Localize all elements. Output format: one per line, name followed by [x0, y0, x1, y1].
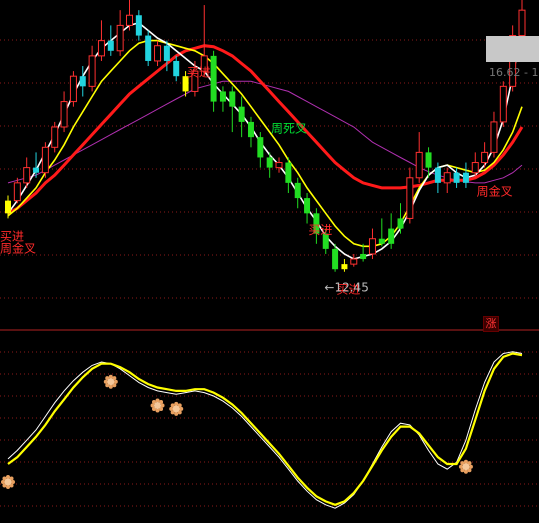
candle-body — [135, 15, 142, 36]
signal-label: 周死叉 — [271, 122, 307, 136]
candle-body — [125, 14, 133, 26]
candle-body — [79, 76, 86, 87]
candle-body — [145, 35, 152, 61]
candle-body — [173, 60, 180, 77]
price-range-text: 16.62 - 17 — [489, 66, 539, 79]
candle-body — [13, 182, 21, 202]
candle-body — [107, 40, 114, 51]
sun-ray — [169, 406, 174, 411]
sun-ray — [463, 469, 468, 474]
candle-body — [116, 24, 124, 52]
sun-ray — [113, 379, 118, 384]
sun-ray — [160, 403, 165, 408]
candle-body — [294, 182, 301, 199]
chart-window: 买进周金叉买进周死叉买进买进周金叉←12.45 涨 16.62 - 17 — [0, 0, 539, 523]
ma-purple-line — [7, 80, 523, 184]
sun-ray — [6, 485, 10, 489]
candle-body — [341, 264, 348, 270]
ma-red-line — [7, 44, 524, 215]
candle-body — [257, 137, 264, 158]
candle-body — [368, 238, 376, 255]
candle-body — [163, 45, 170, 61]
candle-body — [229, 91, 236, 107]
candle-body — [443, 172, 451, 184]
candle-body — [97, 40, 105, 57]
candle-body — [434, 167, 441, 183]
sun-ray — [463, 459, 468, 464]
candle-body — [397, 218, 404, 229]
candle-body — [499, 85, 507, 123]
sun-core — [172, 405, 180, 413]
sun-core — [154, 402, 162, 409]
candle-body — [266, 157, 273, 168]
sun-ray — [103, 379, 108, 384]
candlestick-chart: 买进周金叉买进周死叉买进买进周金叉←12.45 — [0, 0, 539, 509]
candle-body — [210, 55, 217, 102]
sun-ray — [468, 464, 473, 469]
sun-icon — [169, 401, 184, 416]
candle-body — [453, 172, 460, 183]
sun-ray — [155, 398, 160, 403]
candle-body — [415, 151, 423, 179]
sun-ray — [174, 401, 179, 406]
candle-body — [41, 146, 49, 174]
sun-ray — [11, 480, 15, 484]
candle-body — [285, 162, 292, 183]
candle-body — [23, 167, 31, 184]
signal-label: 周金叉 — [477, 184, 513, 199]
candle-body — [388, 228, 395, 244]
sun-ray — [458, 464, 463, 469]
signal-label: 买进 — [187, 66, 211, 80]
sun-ray — [179, 406, 184, 411]
low-price-label: ←12.45 — [324, 281, 368, 295]
sun-core — [462, 463, 470, 471]
candle-body — [219, 91, 226, 102]
candle-body — [60, 101, 68, 128]
candle-body — [462, 172, 469, 183]
sun-ray — [155, 408, 160, 413]
sun-core — [107, 378, 115, 386]
sun-icon — [103, 374, 118, 389]
candle-body — [425, 152, 432, 168]
oscillator-line — [7, 352, 523, 506]
signal-label: 周金叉 — [0, 240, 36, 255]
sun-core — [4, 478, 12, 486]
signal-label: 买进 — [308, 223, 332, 237]
zhang-badge[interactable]: 涨 — [483, 316, 499, 332]
sun-ray — [108, 374, 113, 379]
candle-body — [332, 248, 339, 270]
candle-body — [33, 167, 40, 173]
sun-icon — [1, 475, 15, 489]
sun-ray — [1, 480, 5, 484]
sun-ray — [150, 403, 155, 408]
candle-body — [154, 45, 162, 62]
candle-body — [350, 258, 358, 265]
candle-body — [51, 126, 59, 148]
candle-body — [304, 198, 311, 214]
candle-body — [88, 55, 96, 87]
candle-body — [69, 75, 77, 103]
sun-icon — [458, 459, 473, 474]
candle-body — [247, 121, 254, 138]
candle-body — [275, 162, 283, 169]
sun-ray — [174, 411, 179, 416]
candle-body — [518, 9, 526, 37]
sun-ray — [108, 384, 113, 389]
candle-body — [5, 200, 11, 214]
candle-body — [378, 238, 385, 244]
price-range-box — [486, 36, 539, 62]
candle-body — [406, 177, 414, 219]
candle-body — [481, 151, 489, 164]
candle-body — [360, 253, 367, 260]
sun-ray — [6, 475, 10, 479]
sun-icon — [150, 398, 165, 413]
candle-body — [238, 106, 245, 122]
candle-body — [490, 121, 498, 153]
candle-body — [471, 162, 479, 174]
